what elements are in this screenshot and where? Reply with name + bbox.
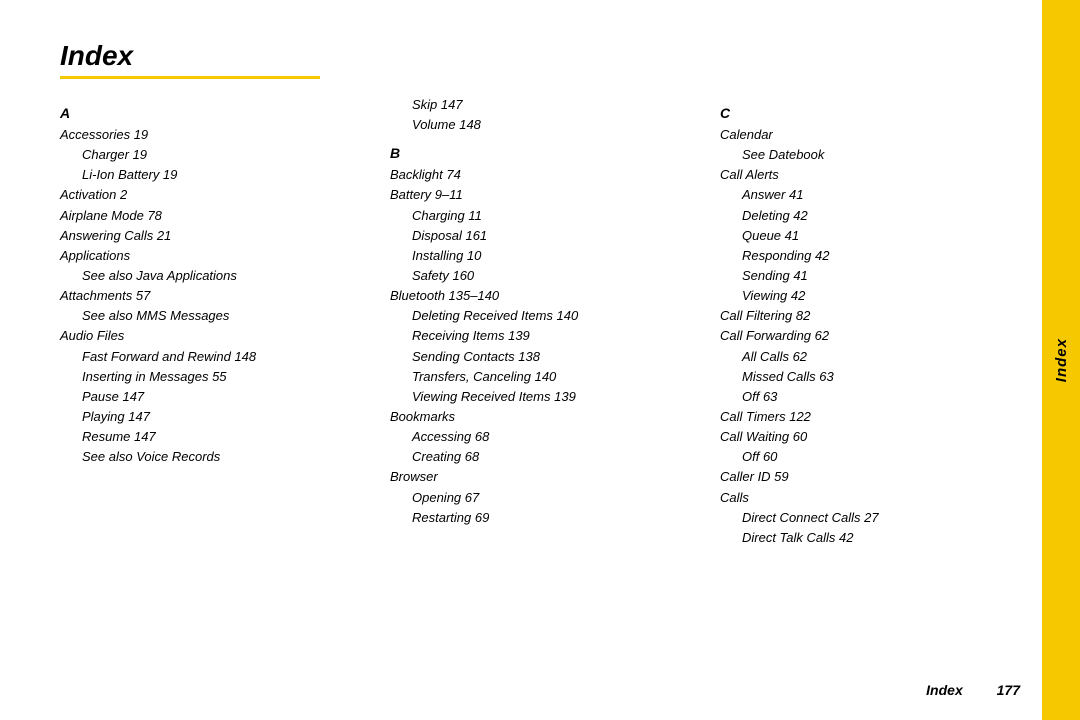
side-tab: Index (1042, 0, 1080, 720)
list-item: Calendar (720, 125, 1030, 145)
list-item: Applications (60, 246, 370, 266)
list-item: Li-Ion Battery 19 (60, 165, 370, 185)
list-item: Playing 147 (60, 407, 370, 427)
list-item: Calls (720, 488, 1030, 508)
list-item: Safety 160 (390, 266, 700, 286)
list-item: Caller ID 59 (720, 467, 1030, 487)
list-item: Resume 147 (60, 427, 370, 447)
list-item: Attachments 57 (60, 286, 370, 306)
list-item: Skip 147 (390, 95, 700, 115)
list-item: Deleting Received Items 140 (390, 306, 700, 326)
footer-label: Index (926, 682, 963, 698)
list-item: Bluetooth 135–140 (390, 286, 700, 306)
list-item: Charging 11 (390, 206, 700, 226)
page-title: Index (60, 40, 1030, 72)
list-item: Airplane Mode 78 (60, 206, 370, 226)
list-item: Direct Connect Calls 27 (720, 508, 1030, 528)
list-item: Responding 42 (720, 246, 1030, 266)
letter-c: C (720, 105, 1030, 121)
list-item: Charger 19 (60, 145, 370, 165)
list-item: Battery 9–11 (390, 185, 700, 205)
list-item: Restarting 69 (390, 508, 700, 528)
footer-page-number: 177 (997, 682, 1020, 698)
footer: Index 177 (926, 682, 1020, 698)
list-item: Inserting in Messages 55 (60, 367, 370, 387)
list-item: Accessing 68 (390, 427, 700, 447)
list-item: Activation 2 (60, 185, 370, 205)
list-item: Backlight 74 (390, 165, 700, 185)
list-item: All Calls 62 (720, 347, 1030, 367)
list-item: Viewing 42 (720, 286, 1030, 306)
list-item: Viewing Received Items 139 (390, 387, 700, 407)
list-item: Call Filtering 82 (720, 306, 1030, 326)
list-item: Call Waiting 60 (720, 427, 1030, 447)
page: Index Index A Accessories 19Charger 19Li… (0, 0, 1080, 720)
list-item: Transfers, Canceling 140 (390, 367, 700, 387)
index-columns: A Accessories 19Charger 19Li-Ion Battery… (60, 95, 1050, 548)
side-tab-label: Index (1053, 338, 1070, 382)
list-item: Bookmarks (390, 407, 700, 427)
title-underline (60, 76, 320, 79)
list-item: Answer 41 (720, 185, 1030, 205)
letter-a: A (60, 105, 370, 121)
list-item: Creating 68 (390, 447, 700, 467)
list-item: Call Forwarding 62 (720, 326, 1030, 346)
letter-b: B (390, 145, 700, 161)
col-c-entries: CalendarSee DatebookCall AlertsAnswer 41… (720, 125, 1030, 548)
list-item: Deleting 42 (720, 206, 1030, 226)
list-item: See also Java Applications (60, 266, 370, 286)
list-item: Fast Forward and Rewind 148 (60, 347, 370, 367)
list-item: Direct Talk Calls 42 (720, 528, 1030, 548)
list-item: Audio Files (60, 326, 370, 346)
list-item: Queue 41 (720, 226, 1030, 246)
list-item: Browser (390, 467, 700, 487)
list-item: Accessories 19 (60, 125, 370, 145)
header: Index (60, 40, 1030, 79)
list-item: Answering Calls 21 (60, 226, 370, 246)
column-a: A Accessories 19Charger 19Li-Ion Battery… (60, 95, 390, 548)
list-item: Volume 148 (390, 115, 700, 135)
list-item: Sending Contacts 138 (390, 347, 700, 367)
col-b-pre-entries: Skip 147Volume 148 (390, 95, 700, 135)
list-item: Sending 41 (720, 266, 1030, 286)
col-b-entries: Backlight 74Battery 9–11Charging 11Dispo… (390, 165, 700, 528)
list-item: Installing 10 (390, 246, 700, 266)
list-item: See also Voice Records (60, 447, 370, 467)
list-item: Call Alerts (720, 165, 1030, 185)
list-item: Call Timers 122 (720, 407, 1030, 427)
col-a-entries: Accessories 19Charger 19Li-Ion Battery 1… (60, 125, 370, 467)
list-item: Off 60 (720, 447, 1030, 467)
list-item: Receiving Items 139 (390, 326, 700, 346)
list-item: Missed Calls 63 (720, 367, 1030, 387)
list-item: Off 63 (720, 387, 1030, 407)
column-c: C CalendarSee DatebookCall AlertsAnswer … (720, 95, 1050, 548)
column-b: Skip 147Volume 148 B Backlight 74Battery… (390, 95, 720, 548)
list-item: See also MMS Messages (60, 306, 370, 326)
list-item: Opening 67 (390, 488, 700, 508)
list-item: Disposal 161 (390, 226, 700, 246)
list-item: Pause 147 (60, 387, 370, 407)
list-item: See Datebook (720, 145, 1030, 165)
